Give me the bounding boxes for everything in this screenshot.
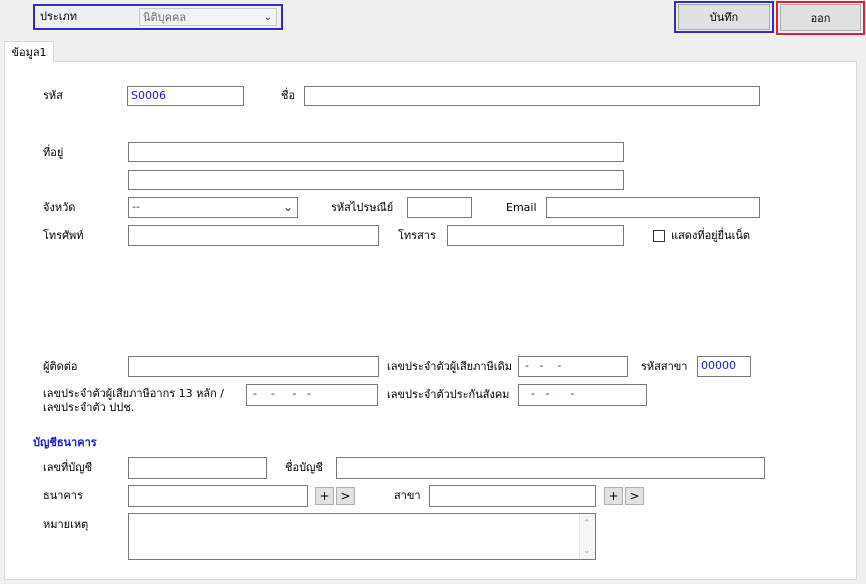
bank-browse-button[interactable]: > xyxy=(336,487,355,505)
province-dropdown[interactable]: -- ⌄ xyxy=(128,197,298,218)
chevron-right-icon: > xyxy=(340,489,351,503)
exit-button-label: ออก xyxy=(810,11,831,25)
fax-field[interactable] xyxy=(447,225,624,246)
type-dropdown[interactable]: นิติบุคคล ⌄ xyxy=(139,8,277,26)
bank-label: ธนาคาร xyxy=(43,489,83,502)
chevron-down-icon[interactable]: ⌄ xyxy=(283,198,293,216)
remark-label: หมายเหตุ xyxy=(43,518,89,531)
branch-add-button[interactable]: + xyxy=(604,487,623,505)
branch-code-label: รหัสสาขา xyxy=(641,360,688,373)
address-line1-field[interactable] xyxy=(128,142,624,162)
tab-data1[interactable]: ข้อมูล1 xyxy=(4,41,54,62)
save-button-label: บันทึก xyxy=(709,11,739,24)
tax-id-13-label-line1: เลขประจำตัวผู้เสียภาษีอากร 13 หลัก / xyxy=(43,387,225,400)
branch-code-field[interactable]: 00000 xyxy=(697,356,751,377)
social-security-value: - - - xyxy=(531,387,575,400)
tax-id-13-value: - - - - xyxy=(253,387,311,400)
chevron-right-icon: > xyxy=(629,489,640,503)
province-value: -- xyxy=(132,200,140,213)
name-field[interactable] xyxy=(304,86,760,106)
remark-scrollbar[interactable]: ⌃ ⌄ xyxy=(579,514,595,559)
save-button[interactable]: บันทึก xyxy=(678,4,770,30)
province-label: จังหวัด xyxy=(43,201,76,214)
email-field[interactable] xyxy=(546,197,760,218)
postal-field[interactable] xyxy=(407,197,472,218)
social-security-label: เลขประจำตัวประกันสังคม xyxy=(387,388,510,401)
tax-id-13-label-line2: เลขประจำตัว ปปช. xyxy=(43,401,135,414)
fax-label: โทรสาร xyxy=(398,229,436,242)
chevron-down-icon[interactable]: ⌄ xyxy=(264,9,272,25)
postal-label: รหัสไปรษณีย์ xyxy=(331,201,394,214)
bank-add-button[interactable]: + xyxy=(315,487,334,505)
type-dropdown-value: นิติบุคคล xyxy=(143,11,187,24)
bank-section-title: บัญชีธนาคาร xyxy=(33,436,97,449)
address-line2-field[interactable] xyxy=(128,170,624,190)
branch-browse-button[interactable]: > xyxy=(625,487,644,505)
scroll-up-icon[interactable]: ⌃ xyxy=(583,515,591,533)
old-tax-id-value: - - - xyxy=(525,359,562,372)
remark-field[interactable]: ⌃ ⌄ xyxy=(128,513,596,560)
plus-icon: + xyxy=(608,489,619,503)
address-label: ที่อยู่ xyxy=(43,146,64,159)
account-no-label: เลขที่บัญชี xyxy=(43,461,93,474)
social-security-field[interactable]: - - - xyxy=(518,384,647,406)
phone-field[interactable] xyxy=(128,225,379,246)
branch-label: สาขา xyxy=(394,489,421,502)
code-label: รหัส xyxy=(43,89,63,102)
email-label: Email xyxy=(506,201,537,214)
show-online-checkbox[interactable] xyxy=(653,230,665,242)
contact-label: ผู้ติดต่อ xyxy=(43,360,78,373)
account-no-field[interactable] xyxy=(128,457,267,479)
account-name-label: ชื่อบัญชี xyxy=(285,461,323,474)
type-label: ประเภท xyxy=(40,10,78,23)
old-tax-id-field[interactable]: - - - xyxy=(518,356,628,377)
code-value: S0006 xyxy=(131,89,166,102)
tax-id-13-field[interactable]: - - - - xyxy=(246,384,378,406)
name-label: ชื่อ xyxy=(281,89,296,102)
branch-field[interactable] xyxy=(429,485,596,507)
code-field[interactable]: S0006 xyxy=(127,86,244,106)
contact-field[interactable] xyxy=(128,356,379,377)
scroll-down-icon[interactable]: ⌄ xyxy=(583,542,591,559)
tab-label: ข้อมูล1 xyxy=(11,46,47,59)
old-tax-id-label: เลขประจำตัวผู้เสียภาษีเดิม xyxy=(387,360,512,373)
branch-code-value: 00000 xyxy=(701,359,736,372)
plus-icon: + xyxy=(319,489,330,503)
account-name-field[interactable] xyxy=(336,457,765,479)
phone-label: โทรศัพท์ xyxy=(43,229,84,242)
exit-button[interactable]: ออก xyxy=(780,4,861,31)
show-online-label: แสดงที่อยู่ยื่นเน็ต xyxy=(671,229,751,242)
bank-field[interactable] xyxy=(128,485,308,507)
